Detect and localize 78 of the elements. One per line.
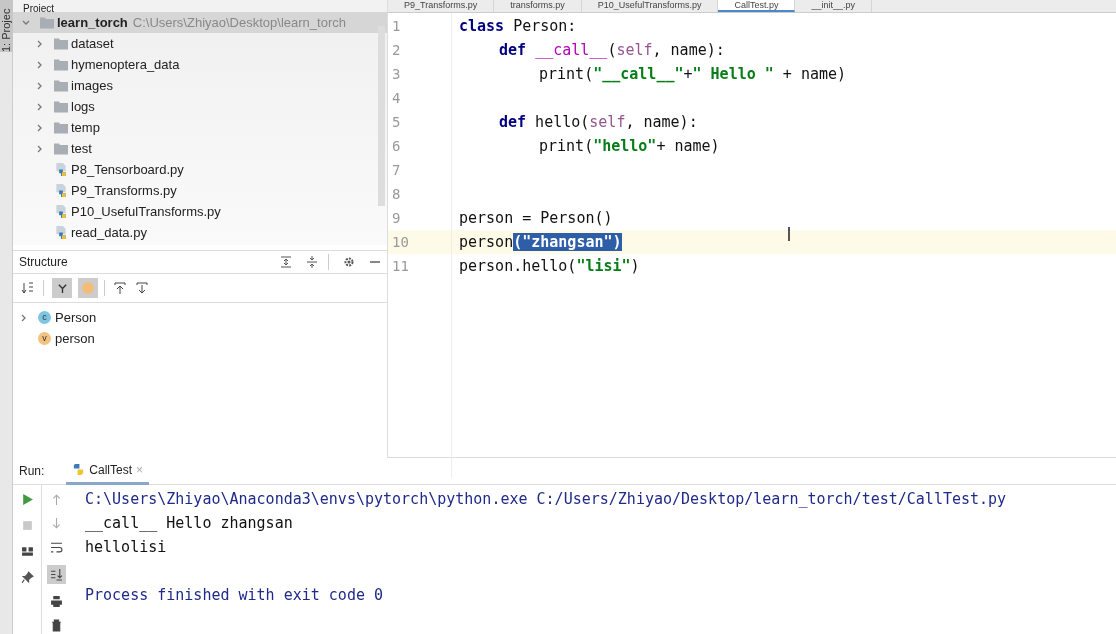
autoscroll-icon[interactable] [135,281,149,295]
code-line: def __call__(self, name): [498,41,725,59]
editor-tab[interactable]: __init__.py [795,0,872,12]
fork-icon [56,282,68,294]
folder-icon [54,58,68,71]
line-number: 3 [391,66,402,82]
line-number: 4 [391,90,402,106]
scroll-from-source-icon[interactable] [113,281,127,295]
line-number: 2 [391,42,402,58]
python-file-icon [54,205,68,218]
tree-item[interactable]: images [71,78,113,93]
layout-icon[interactable] [20,545,34,558]
python-icon [72,463,86,476]
scroll-to-end-icon[interactable] [46,565,66,584]
code-line: person.hello("lisi") [459,257,640,275]
tree-item[interactable]: read_data.py [71,225,147,240]
code-line: person("zhangsan") [459,233,622,251]
tree-item[interactable]: test [71,141,92,156]
scrollbar[interactable] [378,26,385,206]
line-number: 10 [391,234,410,250]
tree-item[interactable]: temp [71,120,100,135]
tree-item[interactable]: P10_UsefulTransforms.py [71,204,221,219]
line-number: 7 [391,162,402,178]
folder-icon [54,37,68,50]
console-output-line: __call__ Hello zhangsan [85,514,293,532]
tree-item[interactable]: logs [71,99,95,114]
run-icon[interactable] [20,493,34,506]
code-line: class Person: [459,17,577,35]
symbol-badge: v [38,332,51,345]
symbol-badge: c [38,311,51,324]
line-number: 1 [391,18,402,34]
folder-icon [54,79,68,92]
soft-wrap-icon[interactable] [49,541,63,554]
project-panel-title[interactable]: Project [23,3,55,15]
code-line: person = Person() [459,209,613,227]
console-output-line: C:\Users\Zhiyao\Anaconda3\envs\pytorch\python.exe C:/Users/Zhiyao/Desktop/learn_torch/test/CallTest.py [85,490,1007,508]
project-path: C:\Users\Zhiyao\Desktop\learn_torch [132,15,346,30]
tree-item[interactable]: P8_Tensorboard.py [71,162,184,177]
line-number: 5 [391,114,402,130]
code-line: def hello(self, name): [498,113,698,131]
show-inherited-button[interactable] [52,278,72,298]
settings-icon[interactable] [343,256,355,268]
print-icon[interactable] [49,595,63,608]
tree-item[interactable]: hymenoptera_data [71,57,180,72]
editor-tab[interactable]: transforms.py [494,0,582,12]
folder-icon [54,100,68,113]
line-number: 6 [391,138,402,154]
trash-icon[interactable] [49,619,63,632]
run-label: Run: [19,464,45,478]
tree-item[interactable]: dataset [71,36,114,51]
folder-icon [54,142,68,155]
tree-item[interactable]: learn_torch [57,15,128,30]
structure-item[interactable]: Person [55,310,97,325]
project-tool-tab[interactable]: 1: Projec [0,0,13,52]
editor-tab[interactable]: CallTest.py [718,0,796,12]
line-number: 11 [391,258,410,274]
console-output-line: Process finished with exit code 0 [85,586,383,604]
structure-item[interactable]: person [55,331,95,346]
expand-all-icon[interactable] [280,256,292,268]
python-file-icon [54,184,68,197]
code-line: print("__call__"+" Hello " + name) [538,65,847,83]
run-tab[interactable]: CallTest × [66,457,150,485]
folder-icon [40,16,54,29]
python-file-icon [54,163,68,176]
pin-icon[interactable] [20,571,34,584]
sort-icon[interactable] [21,281,35,295]
tree-item[interactable]: P9_Transforms.py [71,183,177,198]
line-number: 9 [391,210,402,226]
python-file-icon [54,226,68,239]
folder-icon [54,121,68,134]
collapse-all-icon[interactable] [306,256,318,268]
editor-tab[interactable]: P9_Transforms.py [388,0,495,12]
structure-panel-title: Structure [19,255,68,269]
console-output-line: hellolisi [85,538,167,556]
text-cursor-icon [788,227,790,241]
show-fields-button[interactable] [78,278,98,298]
line-number: 8 [391,186,402,202]
code-line: print("hello"+ name) [538,137,720,155]
